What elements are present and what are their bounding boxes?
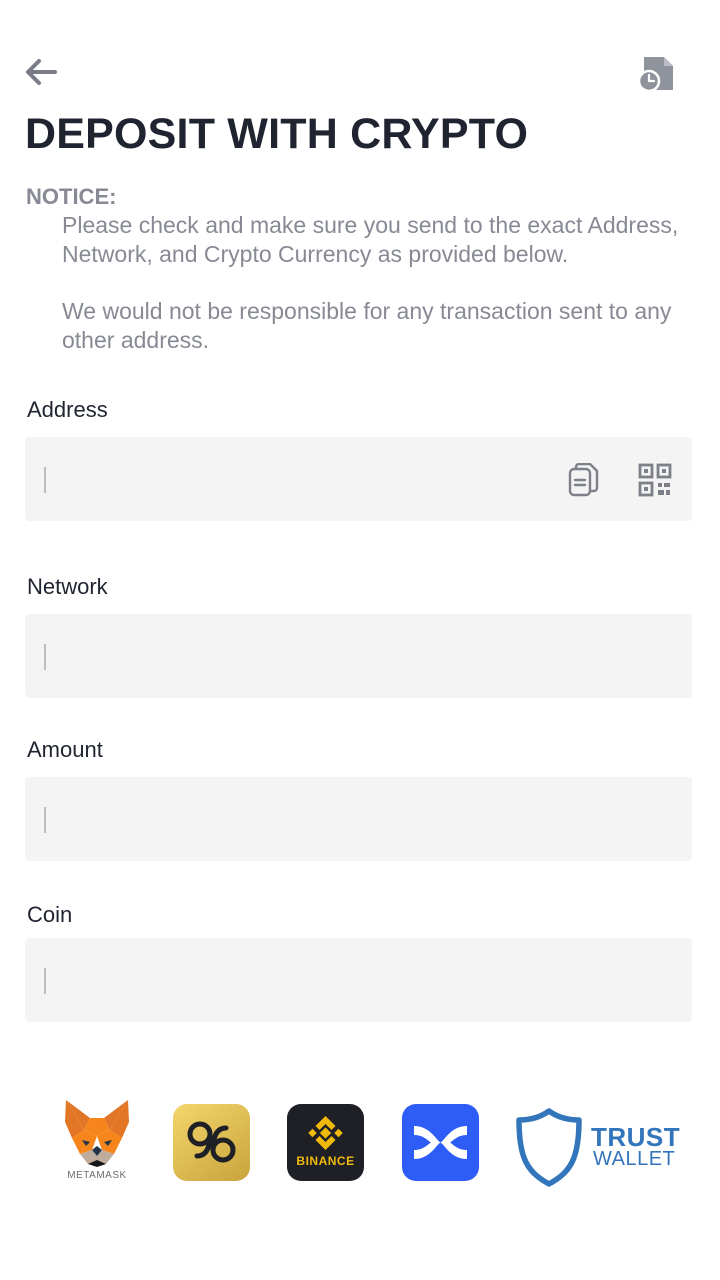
scan-qr-button[interactable] (638, 463, 672, 497)
amount-field[interactable] (25, 777, 692, 861)
coin-label: Coin (27, 902, 73, 927)
binance-logo: BINANCE (287, 1104, 364, 1181)
notice-paragraph-exact-address: Please check and make sure you send to t… (62, 212, 679, 267)
wallet-logos-row: METAMASK 98 BINANCE (0, 1098, 720, 1198)
coin98-icon (187, 1121, 236, 1163)
coin-field[interactable] (25, 938, 692, 1022)
metamask-logo: METAMASK (62, 1098, 132, 1188)
page-title: DEPOSIT WITH CRYPTO (25, 110, 529, 158)
back-button[interactable] (24, 56, 58, 88)
trust-wallet-logo: TRUST WALLET (515, 1108, 680, 1188)
notice-title: NOTICE: (26, 184, 117, 209)
amount-input[interactable] (43, 777, 563, 861)
coin-input[interactable] (43, 938, 563, 1022)
crossfi-logo (402, 1104, 479, 1181)
history-button[interactable] (636, 54, 676, 94)
network-label: Network (27, 574, 108, 599)
binance-label: BINANCE (296, 1154, 355, 1168)
metamask-fox-icon (65, 1100, 129, 1167)
address-field[interactable] (25, 437, 692, 521)
network-input[interactable] (43, 614, 563, 698)
address-label: Address (27, 397, 108, 422)
qr-code-icon (638, 463, 672, 497)
notice-paragraph-responsibility: We would not be responsible for any tran… (62, 298, 672, 353)
cross-x-icon (414, 1126, 467, 1159)
copy-address-button[interactable] (568, 462, 600, 497)
address-input[interactable] (43, 437, 563, 521)
document-history-icon (637, 57, 673, 93)
arrow-left-icon (26, 59, 57, 85)
wallet-label: WALLET (593, 1148, 676, 1170)
shield-icon (516, 1108, 582, 1187)
copy-icon (568, 462, 599, 497)
binance-icon (308, 1116, 343, 1150)
amount-label: Amount (27, 737, 103, 762)
network-field[interactable] (25, 614, 692, 698)
coin98-logo: 98 (173, 1104, 250, 1181)
metamask-label: METAMASK (67, 1170, 127, 1181)
